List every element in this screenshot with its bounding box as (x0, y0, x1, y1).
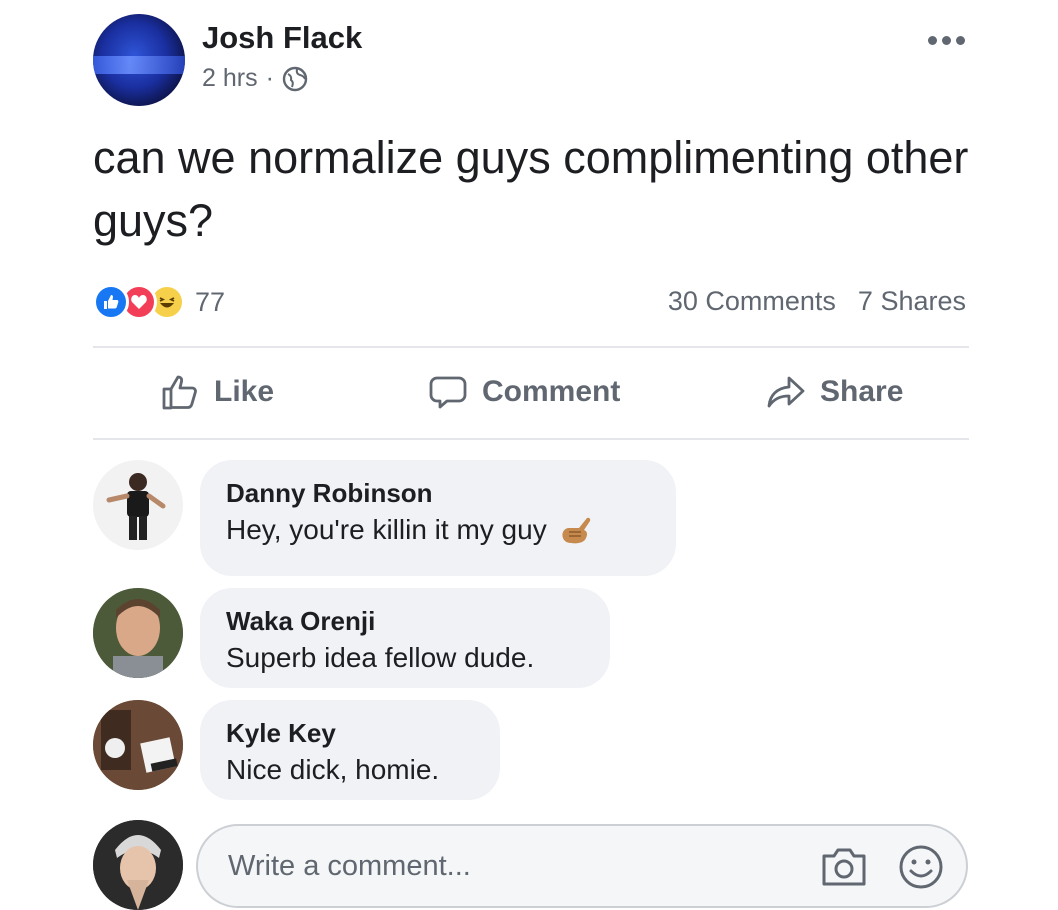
comment-input[interactable] (226, 848, 790, 884)
like-label: Like (214, 375, 275, 408)
reactions-summary[interactable]: 77 (93, 284, 225, 320)
commenter-name[interactable]: Danny Robinson (226, 476, 650, 510)
like-button[interactable]: Like (160, 372, 274, 412)
meta-separator: · (265, 64, 274, 92)
reaction-count: 77 (195, 286, 226, 317)
commenter-avatar[interactable] (93, 700, 183, 790)
commenter-name[interactable]: Kyle Key (226, 716, 474, 750)
call-me-hand-icon (562, 517, 590, 544)
comment-bubble: Waka Orenji Superb idea fellow dude. (200, 588, 610, 688)
camera-icon[interactable] (820, 844, 868, 888)
engagement-counts: 30 Comments 7 Shares (668, 286, 966, 317)
divider (93, 438, 969, 440)
comment-label: Comment (482, 375, 621, 408)
comment-composer[interactable] (196, 824, 968, 908)
comment-bubble: Danny Robinson Hey, you're killin it my … (200, 460, 676, 576)
share-arrow-icon (767, 376, 805, 408)
comment-text: Hey, you're killin it my guy (226, 510, 650, 550)
commenter-avatar[interactable] (93, 460, 183, 550)
post-meta: 2 hrs · (202, 64, 308, 93)
comment-button[interactable]: Comment (428, 372, 620, 412)
like-reaction-icon (93, 284, 129, 320)
more-options-icon[interactable] (928, 36, 965, 45)
post-author-name[interactable]: Josh Flack (202, 20, 362, 56)
thumbs-up-icon (162, 375, 197, 410)
globe-icon (282, 66, 308, 91)
comment-icon (429, 376, 467, 409)
comment-text-content: Hey, you're killin it my guy (226, 514, 547, 545)
commenter-avatar[interactable] (93, 588, 183, 678)
post-timestamp[interactable]: 2 hrs (202, 64, 258, 93)
comment-bubble: Kyle Key Nice dick, homie. (200, 700, 500, 800)
share-button[interactable]: Share (766, 372, 903, 412)
emoji-icon[interactable] (898, 844, 944, 890)
post-author-avatar[interactable] (93, 14, 185, 106)
post-text: can we normalize guys complimenting othe… (93, 132, 969, 246)
divider (93, 346, 969, 348)
comment-text: Nice dick, homie. (226, 754, 440, 785)
share-label: Share (820, 375, 904, 408)
commenter-name[interactable]: Waka Orenji (226, 604, 584, 638)
current-user-avatar[interactable] (93, 820, 183, 910)
shares-count[interactable]: 7 Shares (858, 286, 966, 317)
comments-count[interactable]: 30 Comments (668, 286, 836, 317)
comment-text: Superb idea fellow dude. (226, 642, 535, 673)
